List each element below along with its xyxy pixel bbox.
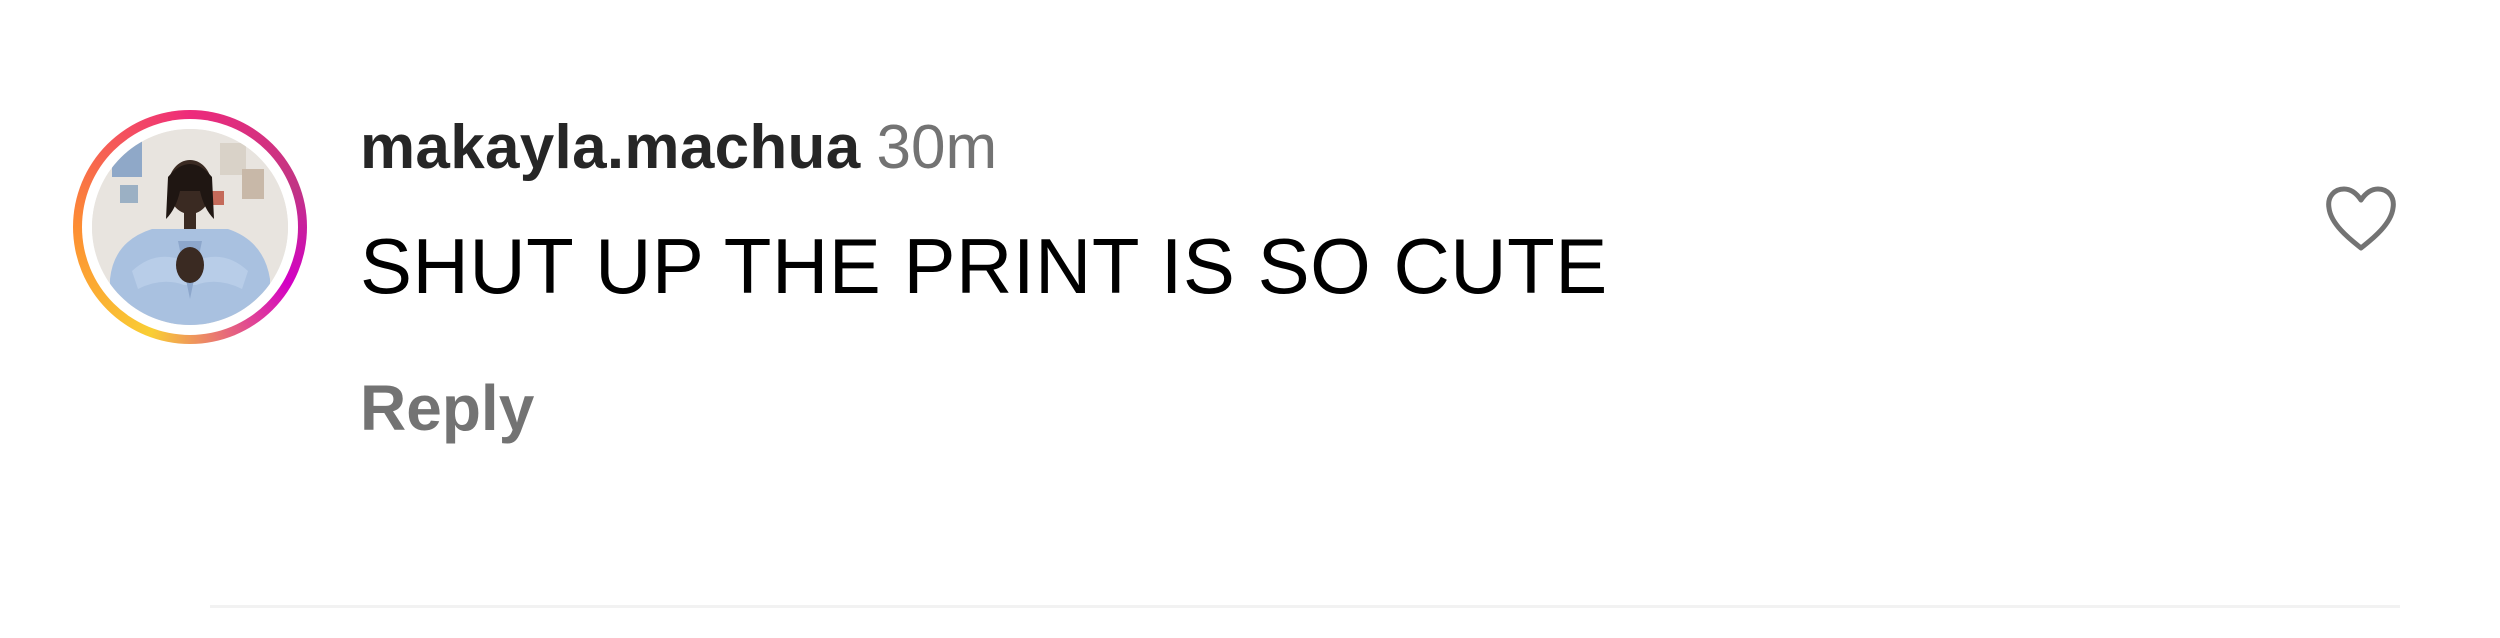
username-link[interactable]: makayla.machua	[360, 113, 861, 182]
comment-header: makayla.machua 30m	[360, 108, 997, 188]
avatar-photo	[92, 129, 288, 325]
story-ring[interactable]	[73, 110, 307, 344]
like-button[interactable]	[2325, 186, 2397, 252]
reply-button[interactable]: Reply	[360, 368, 534, 448]
comment-item: makayla.machua 30m SHUT UP THE PRINT IS S…	[0, 0, 2500, 638]
comment-text: SHUT UP THE PRINT IS SO CUTE	[360, 222, 1608, 310]
avatar[interactable]	[92, 129, 288, 325]
story-ring-gap	[82, 119, 298, 335]
heart-outline-icon	[2326, 186, 2396, 251]
divider	[210, 605, 2400, 608]
comment-timestamp: 30m	[876, 113, 998, 182]
